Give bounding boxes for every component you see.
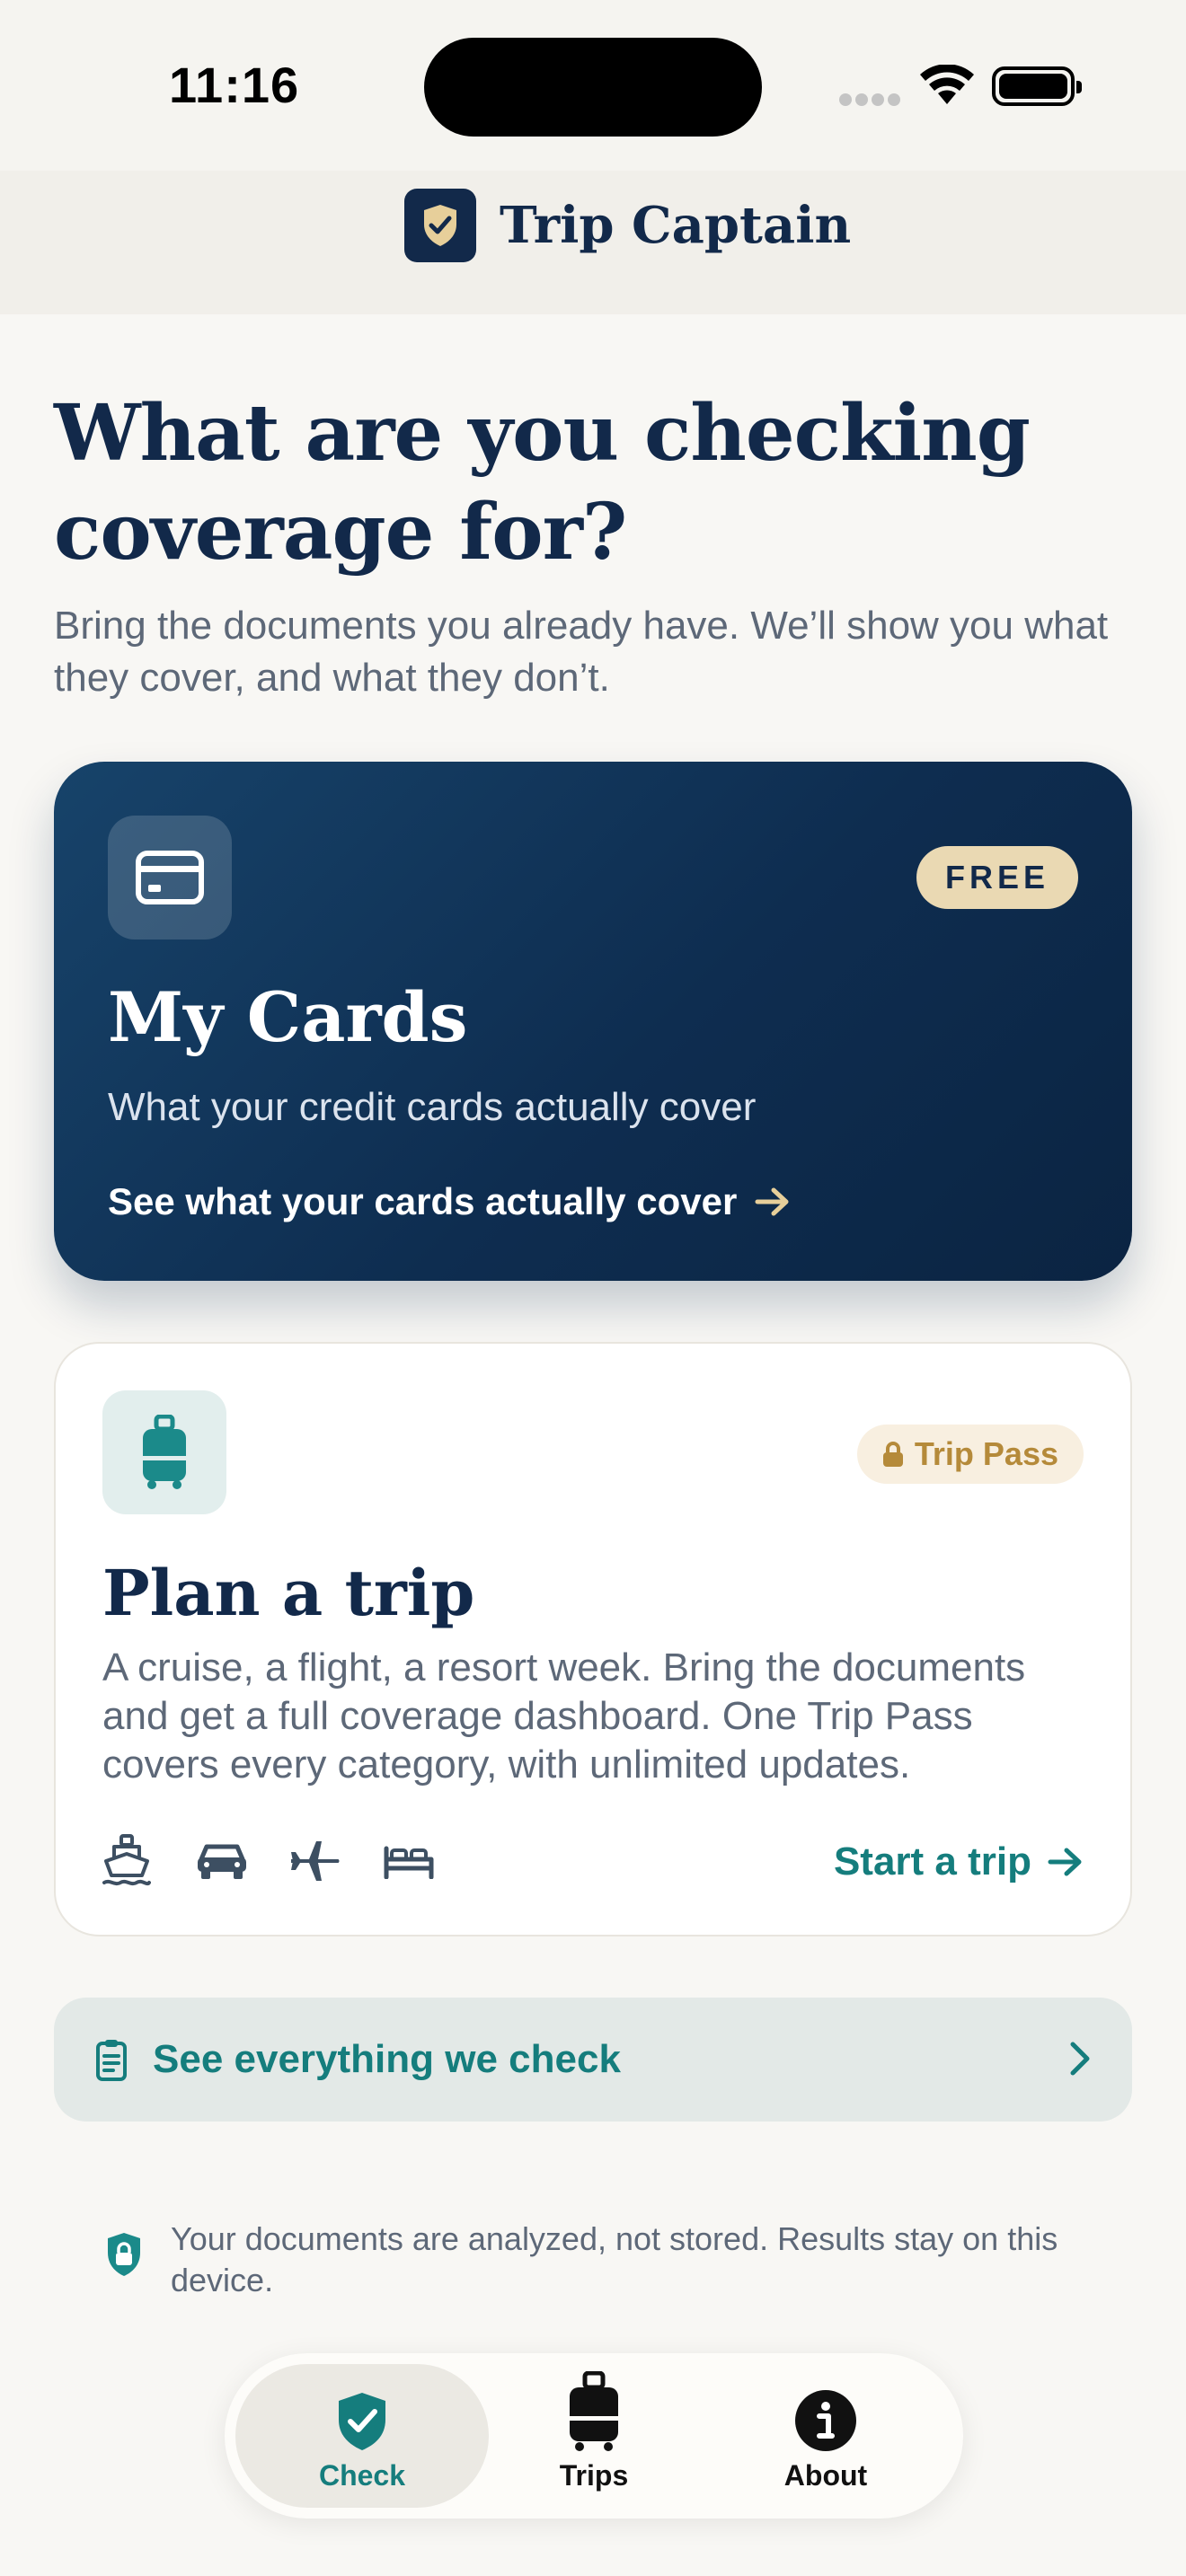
my-cards-subtitle: What your credit cards actually cover [108,1085,757,1129]
arrow-right-icon [1048,1848,1082,1876]
page-title: What are you checking coverage for? [54,388,1031,578]
my-cards-cta-label: See what your cards actually cover [108,1180,738,1222]
car-icon [196,1832,289,1890]
shield-logo-icon [404,189,476,262]
luggage-icon [570,2371,618,2451]
tab-check-label: Check [318,2459,406,2492]
luggage-icon [102,1390,226,1514]
airplane-icon [289,1832,383,1890]
tab-about-label: About [783,2459,868,2492]
info-icon [795,2390,856,2451]
cruise-icon [102,1832,196,1890]
chevron-right-icon [1070,2042,1090,2076]
plan-trip-description: A cruise, a flight, a resort week. Bring… [102,1645,1026,1786]
see-everything-label: See everything we check [153,2037,621,2081]
tab-bar: Check Trips About [225,2353,963,2519]
start-trip-label: Start a trip [833,1839,1031,1883]
start-trip-button[interactable]: Start a trip [834,1839,1084,1884]
tab-about[interactable]: About [699,2364,952,2508]
privacy-note: Your documents are analyzed, not stored.… [104,2219,1111,2301]
arrow-right-icon [755,1187,789,1216]
clipboard-icon [96,2040,127,2081]
my-cards-title: My Cards [108,977,468,1057]
trip-mode-icons [102,1832,476,1890]
shield-check-icon [339,2393,385,2450]
plan-trip-card[interactable]: Trip Pass Plan a trip A cruise, a flight… [54,1342,1132,1936]
see-everything-row[interactable]: See everything we check [54,1998,1132,2122]
free-badge: FREE [916,846,1078,909]
app-title: Trip Captain [500,196,852,255]
brand: Trip Captain [404,189,851,262]
privacy-text: Your documents are analyzed, not stored.… [171,2220,1058,2298]
battery-icon [992,66,1082,106]
lock-icon [882,1442,903,1467]
plan-trip-title: Plan a trip [102,1556,475,1630]
tab-check[interactable]: Check [235,2364,489,2508]
tab-trips-label: Trips [559,2459,629,2492]
bed-icon [383,1832,476,1890]
tab-trips[interactable]: Trips [467,2364,721,2508]
my-cards-cta[interactable]: See what your cards actually cover [108,1180,791,1223]
page-subtitle: Bring the documents you already have. We… [54,604,1109,700]
status-bar: 11:16 [0,0,1186,171]
trip-pass-badge-label: Trip Pass [914,1435,1058,1472]
credit-card-icon [108,816,232,940]
shield-lock-icon [108,2233,140,2276]
status-time: 11:16 [169,57,300,113]
wifi-icon [920,65,974,104]
trip-pass-badge: Trip Pass [856,1425,1084,1484]
cellular-signal-icon [839,93,904,110]
my-cards-card[interactable]: FREE My Cards What your credit cards act… [54,762,1132,1281]
dynamic-island [424,38,762,137]
